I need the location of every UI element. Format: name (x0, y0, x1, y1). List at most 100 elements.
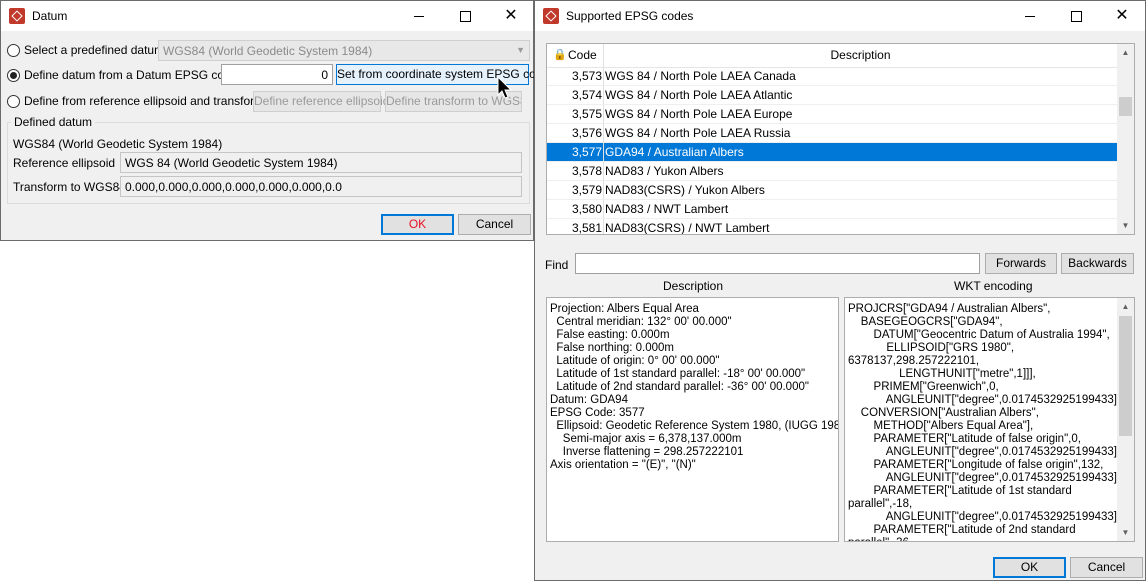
radio-epsg[interactable] (7, 69, 20, 82)
table-row[interactable]: 3,576 WGS 84 / North Pole LAEA Russia (547, 124, 1117, 143)
table-row[interactable]: 3,581 NAD83(CSRS) / NWT Lambert (547, 219, 1117, 235)
window-title: Supported EPSG codes (566, 9, 694, 23)
app-icon (543, 8, 559, 24)
text-line: DATUM["Geocentric Datum of Australia 199… (848, 329, 1110, 341)
text-line: False northing: 0.000m (550, 342, 675, 354)
text-line: ANGLEUNIT["degree",0.0174532925199433]]]… (848, 394, 1127, 406)
transform-value: 0.000,0.000,0.000,0.000,0.000,0.000,0.0 (125, 180, 342, 194)
row-code: 3,581 (571, 221, 602, 235)
scroll-down-icon[interactable]: ▼ (1117, 217, 1134, 234)
table-row[interactable]: 3,580 NAD83 / NWT Lambert (547, 200, 1117, 219)
row-code: 3,576 (571, 126, 602, 140)
table-row[interactable]: 3,573 WGS 84 / North Pole LAEA Canada (547, 67, 1117, 86)
list-scrollbar[interactable]: ▲ ▼ (1117, 44, 1134, 234)
row-description: NAD83 / NWT Lambert (605, 202, 729, 216)
description-heading: Description (663, 279, 724, 293)
text-line: Semi-major axis = 6,378,137.000m (550, 433, 742, 445)
find-label: Find (545, 258, 569, 272)
scroll-thumb[interactable] (1119, 97, 1132, 116)
table-row[interactable]: 3,579 NAD83(CSRS) / Yukon Albers (547, 181, 1117, 200)
epsg-titlebar[interactable]: Supported EPSG codes ✕ (535, 1, 1145, 31)
text-line: PARAMETER["Latitude of 1st standard (848, 485, 1072, 497)
wkt-textbox[interactable]: PROJCRS["GDA94 / Australian Albers", BAS… (844, 297, 1135, 542)
label-predefined[interactable]: Select a predefined datum (24, 43, 164, 57)
text-line: BASEGEOGCRS["GDA94", (848, 316, 1003, 328)
lock-icon: 🔒 (553, 49, 567, 61)
text-line: ANGLEUNIT["degree",0.0174532925199433]], (848, 472, 1124, 484)
defined-datum-title: Defined datum (11, 115, 96, 129)
text-line: Datum: GDA94 (550, 394, 628, 406)
scroll-up-icon[interactable]: ▲ (1117, 298, 1134, 315)
scroll-thumb[interactable] (1119, 316, 1132, 436)
ref-ellipsoid-label: Reference ellipsoid (13, 156, 116, 170)
maximize-icon[interactable] (442, 1, 488, 31)
text-line: METHOD["Albers Equal Area"], (848, 420, 1034, 432)
datum-titlebar[interactable]: Datum ✕ (1, 1, 533, 31)
description-textbox[interactable]: Projection: Albers Equal Area Central me… (546, 297, 839, 542)
column-divider (603, 200, 604, 218)
text-line: PRIMEM["Greenwich",0, (848, 381, 999, 393)
define-ellipsoid-button[interactable]: Define reference ellipsoid (253, 91, 389, 112)
find-input[interactable] (575, 253, 980, 274)
text-line: parallel",-36, (848, 537, 912, 541)
cancel-button[interactable]: Cancel (458, 214, 531, 235)
minimize-icon[interactable] (1007, 1, 1053, 31)
scroll-down-icon[interactable]: ▼ (1117, 524, 1134, 541)
app-icon (9, 8, 25, 24)
text-line: PROJCRS["GDA94 / Australian Albers", (848, 303, 1051, 315)
ok-button[interactable]: OK (993, 557, 1066, 578)
column-divider (603, 124, 604, 142)
column-divider (603, 105, 604, 123)
minimize-icon[interactable] (396, 1, 442, 31)
code-column-header[interactable]: 🔒 Code (547, 44, 604, 67)
row-code: 3,578 (571, 164, 602, 178)
radio-ellipsoid[interactable] (7, 95, 20, 108)
ok-button[interactable]: OK (381, 214, 454, 235)
label-epsg[interactable]: Define datum from a Datum EPSG code (24, 68, 237, 82)
wkt-heading: WKT encoding (954, 279, 1033, 293)
text-line: Latitude of 2nd standard parallel: -36° … (550, 381, 809, 393)
table-row[interactable]: 3,577 GDA94 / Australian Albers (547, 143, 1117, 162)
label-ellipsoid[interactable]: Define from reference ellipsoid and tran… (24, 94, 264, 108)
predefined-datum-select[interactable]: WGS84 (World Geodetic System 1984) ▼ (158, 40, 530, 61)
text-line: False easting: 0.000m (550, 329, 670, 341)
backwards-button[interactable]: Backwards (1061, 253, 1134, 274)
text-line: 6378137,298.257222101, (848, 355, 980, 367)
text-line: Central meridian: 132° 00' 00.000" (550, 316, 732, 328)
row-code: 3,577 (571, 145, 602, 159)
mouse-cursor-icon (497, 76, 513, 99)
wkt-scrollbar[interactable]: ▲ ▼ (1117, 298, 1134, 541)
row-code: 3,579 (571, 183, 602, 197)
row-description: NAD83(CSRS) / Yukon Albers (605, 183, 765, 197)
scroll-up-icon[interactable]: ▲ (1117, 44, 1134, 61)
maximize-icon[interactable] (1053, 1, 1099, 31)
cancel-button[interactable]: Cancel (1070, 557, 1143, 578)
row-description: WGS 84 / North Pole LAEA Atlantic (605, 88, 793, 102)
column-divider (603, 181, 604, 199)
text-line: ANGLEUNIT["degree",0.0174532925199433]], (848, 446, 1124, 458)
row-code: 3,575 (571, 107, 602, 121)
close-icon[interactable]: ✕ (488, 1, 534, 31)
table-row[interactable]: 3,578 NAD83 / Yukon Albers (547, 162, 1117, 181)
forwards-button[interactable]: Forwards (985, 253, 1057, 274)
description-header-label: Description (830, 48, 891, 62)
row-description: WGS 84 / North Pole LAEA Canada (605, 69, 796, 83)
radio-predefined[interactable] (7, 44, 20, 57)
text-line: PARAMETER["Latitude of false origin",0, (848, 433, 1081, 445)
description-column-header[interactable]: Description (604, 44, 1117, 67)
epsg-code-input[interactable]: 0 (221, 64, 333, 85)
predefined-datum-value: WGS84 (World Geodetic System 1984) (163, 44, 373, 58)
ref-ellipsoid-field: WGS 84 (World Geodetic System 1984) (120, 152, 522, 173)
table-row[interactable]: 3,575 WGS 84 / North Pole LAEA Europe (547, 105, 1117, 124)
text-line: EPSG Code: 3577 (550, 407, 645, 419)
text-line: Latitude of 1st standard parallel: -18° … (550, 368, 806, 380)
ok-label: OK (408, 217, 427, 231)
transform-label: Transform to WGS84 (13, 180, 126, 194)
epsg-code-list[interactable]: 🔒 Code Description 3,573 WGS 84 / North P… (546, 43, 1135, 235)
column-divider (603, 219, 604, 234)
table-row[interactable]: 3,574 WGS 84 / North Pole LAEA Atlantic (547, 86, 1117, 105)
close-icon[interactable]: ✕ (1099, 1, 1145, 31)
text-line: Ellipsoid: Geodetic Reference System 198… (550, 420, 839, 432)
text-line: ANGLEUNIT["degree",0.0174532925199433]], (848, 511, 1124, 523)
window-title: Datum (32, 9, 68, 23)
